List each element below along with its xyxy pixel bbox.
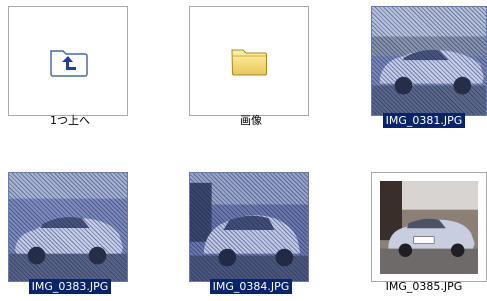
file-item-image[interactable]: IMG_0385.JPG: [357, 166, 487, 301]
folder-up-icon: [50, 50, 88, 77]
thumbnail-frame[interactable]: [8, 172, 128, 282]
file-item-folder[interactable]: 画像: [181, 0, 321, 135]
file-label[interactable]: 1つ上へ: [0, 114, 140, 128]
car-photo: [9, 173, 127, 281]
thumbnail-frame[interactable]: [371, 6, 487, 116]
file-label[interactable]: IMG_0384.JPG: [181, 279, 321, 294]
thumbnail-frame[interactable]: [189, 172, 309, 282]
folder-icon: [231, 49, 267, 76]
file-item-image[interactable]: IMG_0383.JPG: [0, 166, 140, 301]
car-photo: [380, 181, 478, 274]
file-label[interactable]: IMG_0385.JPG: [359, 280, 487, 294]
file-item-image[interactable]: IMG_0381.JPG: [357, 0, 487, 135]
file-label[interactable]: IMG_0381.JPG: [359, 113, 487, 128]
file-item-image[interactable]: IMG_0384.JPG: [181, 166, 321, 301]
file-label[interactable]: 画像: [181, 114, 321, 128]
thumbnail-frame[interactable]: [8, 6, 128, 116]
car-photo: [372, 7, 486, 115]
thumbnail-frame[interactable]: [189, 6, 309, 116]
file-item-up[interactable]: 1つ上へ: [0, 0, 140, 135]
thumbnail-frame[interactable]: [371, 172, 487, 282]
file-label[interactable]: IMG_0383.JPG: [0, 279, 140, 294]
car-photo: [190, 173, 308, 281]
